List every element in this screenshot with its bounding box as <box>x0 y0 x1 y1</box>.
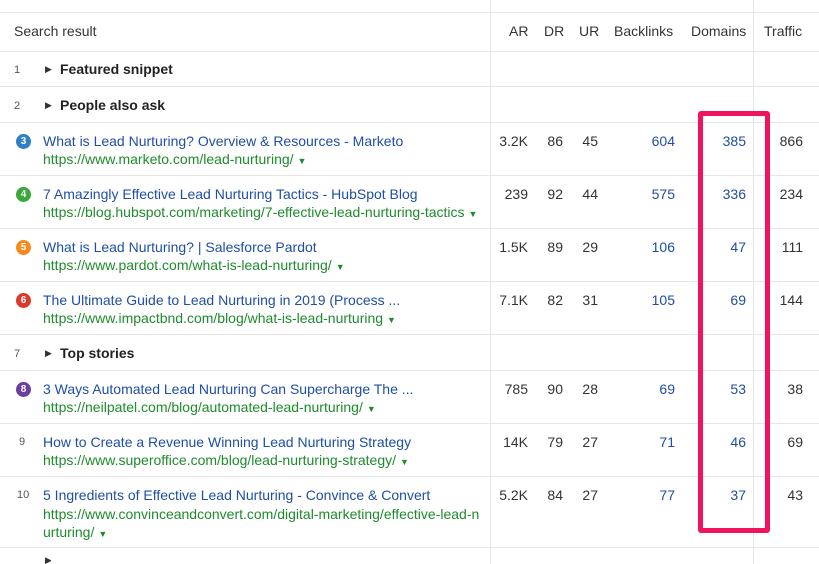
ur-value: 29 <box>582 239 598 255</box>
ur-value: 44 <box>582 186 598 202</box>
dropdown-caret-icon[interactable]: ▼ <box>469 209 478 219</box>
ar-value: 7.1K <box>499 292 528 308</box>
header-ar[interactable]: AR <box>509 23 528 39</box>
section-row-top-stories[interactable]: 7 ▶ Top stories <box>0 335 819 371</box>
dropdown-caret-icon[interactable]: ▼ <box>298 156 307 166</box>
result-title-link[interactable]: 7 Amazingly Effective Lead Nurturing Tac… <box>43 186 418 202</box>
table-row: 6 The Ultimate Guide to Lead Nurturing i… <box>0 282 819 335</box>
ur-value: 45 <box>582 133 598 149</box>
section-label: Featured snippet <box>60 61 173 77</box>
ur-value: 27 <box>582 487 598 503</box>
result-url-link[interactable]: https://www.superoffice.com/blog/lead-nu… <box>43 452 409 468</box>
table-row: 8 3 Ways Automated Lead Nurturing Can Su… <box>0 371 819 424</box>
position-badge: 8 <box>16 382 31 397</box>
ar-value: 239 <box>504 186 528 202</box>
dropdown-caret-icon[interactable]: ▼ <box>336 262 345 272</box>
position-badge: 6 <box>16 293 31 308</box>
expand-triangle-icon[interactable]: ▶ <box>45 100 52 111</box>
dr-value: 79 <box>547 434 563 450</box>
result-title-link[interactable]: 5 Ingredients of Effective Lead Nurturin… <box>43 487 430 503</box>
result-url-link[interactable]: https://www.impactbnd.com/blog/what-is-l… <box>43 310 396 326</box>
result-url-link[interactable]: https://blog.hubspot.com/marketing/7-eff… <box>43 204 477 220</box>
backlinks-link[interactable]: 69 <box>659 381 675 397</box>
ar-value: 3.2K <box>499 133 528 149</box>
header-backlinks[interactable]: Backlinks <box>614 23 673 39</box>
result-title-link[interactable]: What is Lead Nurturing? | Salesforce Par… <box>43 239 317 255</box>
ar-value: 5.2K <box>499 487 528 503</box>
traffic-value: 234 <box>779 186 803 202</box>
backlinks-link[interactable]: 71 <box>659 434 675 450</box>
backlinks-link[interactable]: 575 <box>652 186 675 202</box>
result-url-link[interactable]: https://neilpatel.com/blog/automated-lea… <box>43 399 376 415</box>
dropdown-caret-icon[interactable]: ▼ <box>400 457 409 467</box>
header-domains[interactable]: Domains <box>691 23 746 39</box>
ur-value: 27 <box>582 434 598 450</box>
dr-value: 86 <box>547 133 563 149</box>
backlinks-link[interactable]: 105 <box>652 292 675 308</box>
section-row-featured-snippet[interactable]: 1 ▶ Featured snippet <box>0 51 819 87</box>
section-row-people-also-ask[interactable]: 2 ▶ People also ask <box>0 87 819 123</box>
ur-value: 28 <box>582 381 598 397</box>
table-header: Search result AR DR UR Backlinks Domains… <box>0 12 819 52</box>
ur-value: 31 <box>582 292 598 308</box>
traffic-value: 144 <box>779 292 803 308</box>
dropdown-caret-icon[interactable]: ▼ <box>387 315 396 325</box>
traffic-value: 38 <box>787 381 803 397</box>
header-ur[interactable]: UR <box>579 23 599 39</box>
result-title-link[interactable]: What is Lead Nurturing? Overview & Resou… <box>43 133 403 149</box>
ar-value: 1.5K <box>499 239 528 255</box>
dr-value: 84 <box>547 487 563 503</box>
dr-value: 89 <box>547 239 563 255</box>
backlinks-link[interactable]: 77 <box>659 487 675 503</box>
expand-triangle-icon[interactable]: ▶ <box>45 555 51 564</box>
traffic-value: 69 <box>787 434 803 450</box>
result-title-link[interactable]: 3 Ways Automated Lead Nurturing Can Supe… <box>43 381 413 397</box>
table-row: 5 What is Lead Nurturing? | Salesforce P… <box>0 229 819 282</box>
dr-value: 90 <box>547 381 563 397</box>
traffic-value: 43 <box>787 487 803 503</box>
header-search-result[interactable]: Search result <box>14 23 96 39</box>
table-row: 9 How to Create a Revenue Winning Lead N… <box>0 424 819 477</box>
row-index: 1 <box>14 64 21 76</box>
position-badge: 4 <box>16 187 31 202</box>
expand-triangle-icon[interactable]: ▶ <box>45 64 52 75</box>
table-row: 3 What is Lead Nurturing? Overview & Res… <box>0 123 819 176</box>
ar-value: 14K <box>503 434 528 450</box>
row-index: 10 <box>17 489 30 501</box>
header-dr[interactable]: DR <box>544 23 564 39</box>
ar-value: 785 <box>504 381 528 397</box>
result-url-link[interactable]: https://www.marketo.com/lead-nurturing/▼ <box>43 151 306 167</box>
section-label: Top stories <box>60 345 135 361</box>
row-index: 7 <box>14 348 21 360</box>
position-badge: 3 <box>16 134 31 149</box>
expand-triangle-icon[interactable]: ▶ <box>45 348 52 359</box>
domains-highlight-box <box>698 111 770 533</box>
section-label: People also ask <box>60 97 166 113</box>
result-url-link[interactable]: https://www.pardot.com/what-is-lead-nurt… <box>43 257 345 273</box>
result-title-link[interactable]: How to Create a Revenue Winning Lead Nur… <box>43 434 411 450</box>
traffic-value: 866 <box>779 133 803 149</box>
table-row: 4 7 Amazingly Effective Lead Nurturing T… <box>0 176 819 229</box>
backlinks-link[interactable]: 604 <box>652 133 675 149</box>
row-index: 2 <box>14 100 21 112</box>
dropdown-caret-icon[interactable]: ▼ <box>367 404 376 414</box>
row-index: 9 <box>19 436 26 448</box>
traffic-value: 111 <box>781 239 803 255</box>
dropdown-caret-icon[interactable]: ▼ <box>98 529 107 539</box>
table-row: 10 5 Ingredients of Effective Lead Nurtu… <box>0 477 819 548</box>
result-title-link[interactable]: The Ultimate Guide to Lead Nurturing in … <box>43 292 400 308</box>
dr-value: 82 <box>547 292 563 308</box>
result-url-link[interactable]: https://www.convinceandconvert.com/digit… <box>43 505 483 543</box>
dr-value: 92 <box>547 186 563 202</box>
header-traffic[interactable]: Traffic <box>764 23 802 39</box>
position-badge: 5 <box>16 240 31 255</box>
backlinks-link[interactable]: 106 <box>652 239 675 255</box>
